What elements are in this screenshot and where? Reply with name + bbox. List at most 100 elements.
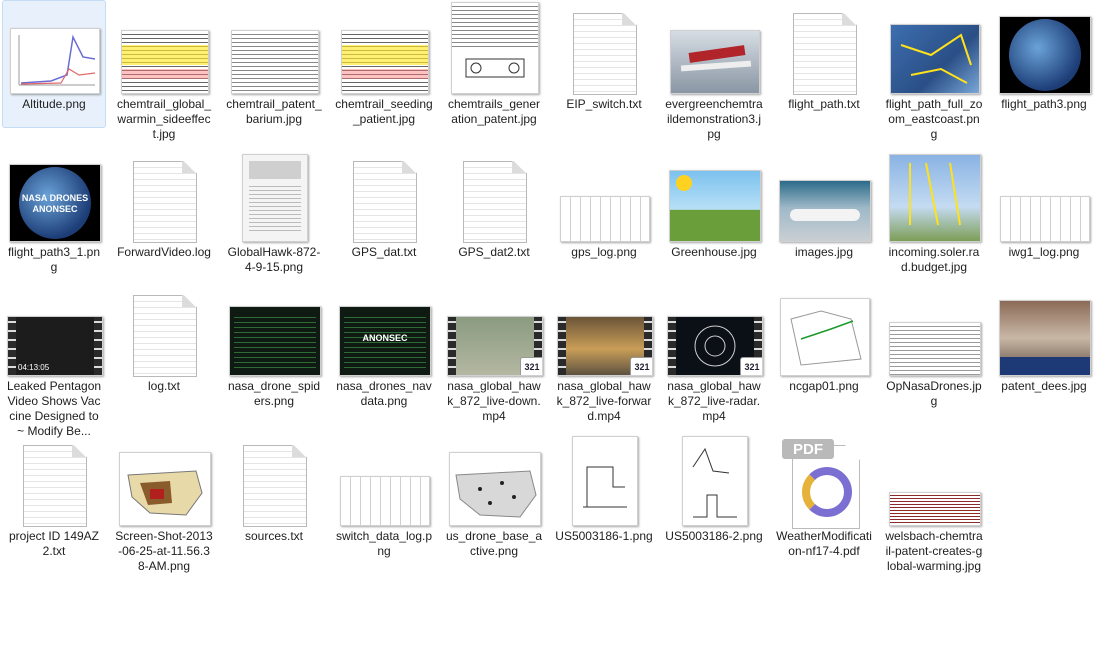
file-thumbnail bbox=[773, 1, 877, 97]
file-item[interactable]: nasa_drone_spiders.png bbox=[222, 282, 326, 410]
file-thumbnail bbox=[663, 1, 767, 97]
file-name: nasa_global_hawk_872_live-radar.mp4 bbox=[667, 379, 761, 423]
file-name: nasa_drones_navdata.png bbox=[336, 379, 432, 408]
file-item[interactable]: GPS_dat.txt bbox=[332, 148, 436, 276]
file-thumbnail: 321 bbox=[663, 283, 767, 379]
file-item[interactable]: incoming.soler.rad.budget.jpg bbox=[882, 148, 986, 276]
file-name: US5003186-1.png bbox=[555, 529, 653, 543]
file-item[interactable]: images.jpg bbox=[772, 148, 876, 276]
file-name: flight_path_full_zoom_eastcoast.png bbox=[885, 97, 983, 141]
map-thumbnail bbox=[780, 298, 870, 376]
file-item[interactable]: iwg1_log.png bbox=[992, 148, 1096, 276]
file-name: WeatherModification-nf17-4.pdf bbox=[776, 529, 872, 558]
file-thumbnail bbox=[663, 433, 767, 529]
file-item[interactable]: OpNasaDrones.jpg bbox=[882, 282, 986, 410]
file-item[interactable]: flight_path_full_zoom_eastcoast.png bbox=[882, 0, 986, 141]
file-item[interactable]: switch_data_log.png bbox=[332, 432, 436, 560]
file-item[interactable]: log.txt bbox=[112, 282, 216, 410]
video-thumbnail: 04:13:05 bbox=[7, 316, 103, 376]
file-item[interactable]: flight_path3.png bbox=[992, 0, 1096, 128]
file-item[interactable]: ncgap01.png bbox=[772, 282, 876, 410]
file-name: ForwardVideo.log bbox=[117, 245, 211, 259]
file-item[interactable]: gps_log.png bbox=[552, 148, 656, 276]
file-name: Leaked Pentagon Video Shows Vaccine Desi… bbox=[6, 379, 102, 438]
text-file-icon bbox=[133, 161, 197, 245]
file-name: images.jpg bbox=[794, 245, 854, 259]
file-thumbnail bbox=[113, 1, 217, 97]
file-item[interactable]: us_drone_base_active.png bbox=[442, 432, 546, 560]
file-thumbnail bbox=[553, 1, 657, 97]
pdf-badge-icon: PDF bbox=[782, 439, 834, 459]
file-item[interactable]: US5003186-1.png bbox=[552, 432, 656, 560]
media-player-badge-icon: 321 bbox=[740, 357, 762, 375]
file-item[interactable]: 321 nasa_global_hawk_872_live-down.mp4 bbox=[442, 282, 547, 423]
file-item[interactable]: Greenhouse.jpg bbox=[662, 148, 766, 276]
file-thumbnail bbox=[883, 433, 987, 529]
file-item[interactable]: Screen-Shot-2013-06-25-at-11.56.38-AM.pn… bbox=[112, 432, 217, 573]
screenshot-thumbnail bbox=[229, 306, 321, 376]
file-thumbnail bbox=[223, 149, 327, 245]
file-item[interactable]: GPS_dat2.txt bbox=[442, 148, 546, 276]
file-item[interactable]: flight_path.txt bbox=[772, 0, 876, 128]
file-thumbnail bbox=[553, 433, 657, 529]
file-name: nasa_global_hawk_872_live-forward.mp4 bbox=[556, 379, 652, 423]
file-thumbnail bbox=[883, 149, 987, 245]
file-item[interactable]: Altitude.png bbox=[2, 0, 106, 128]
file-name: flight_path3_1.png bbox=[7, 245, 101, 274]
file-item[interactable]: US5003186-2.png bbox=[662, 432, 766, 560]
text-file-icon bbox=[573, 13, 637, 97]
table-thumbnail bbox=[340, 476, 430, 526]
file-item[interactable]: chemtrail_seeding_patient.jpg bbox=[332, 0, 436, 128]
file-item[interactable]: sources.txt bbox=[222, 432, 326, 560]
diagram-thumbnail bbox=[669, 170, 761, 242]
file-thumbnail bbox=[993, 1, 1097, 97]
file-item[interactable]: project ID 149AZ2.txt bbox=[2, 432, 106, 560]
diagram-thumbnail bbox=[889, 154, 981, 242]
file-item[interactable]: evergreenchemtraildemonstration3.jpg bbox=[662, 0, 767, 141]
document-thumbnail bbox=[242, 154, 308, 242]
file-item[interactable]: PDF WeatherModification-nf17-4.pdf bbox=[772, 432, 876, 560]
file-name: GPS_dat.txt bbox=[351, 245, 417, 259]
photo-thumbnail bbox=[779, 180, 871, 242]
file-thumbnail: 321 bbox=[443, 283, 547, 379]
file-item[interactable]: NASA DRONES ANONSEC flight_path3_1.png bbox=[2, 148, 106, 276]
file-thumbnail bbox=[223, 283, 327, 379]
file-thumbnail bbox=[113, 433, 217, 529]
file-grid: Altitude.png chemtrail_global_warmin_side… bbox=[0, 0, 1101, 670]
file-item[interactable]: chemtrails_generation_patent.jpg bbox=[442, 0, 546, 128]
timecode-label: 04:13:05 bbox=[18, 363, 50, 372]
file-thumbnail: NASA DRONES ANONSEC bbox=[3, 149, 107, 245]
file-thumbnail: 04:13:05 bbox=[3, 283, 107, 379]
file-item[interactable]: 321 nasa_global_hawk_872_live-radar.mp4 bbox=[662, 282, 767, 423]
file-name: Altitude.png bbox=[22, 97, 86, 111]
patent-thumbnail bbox=[231, 30, 319, 94]
pdf-file-icon: PDF bbox=[780, 437, 870, 529]
file-item[interactable]: chemtrail_global_warmin_sideeffect.jpg bbox=[112, 0, 217, 141]
file-thumbnail bbox=[993, 149, 1097, 245]
video-thumbnail: 321 bbox=[667, 316, 763, 376]
file-name: ncgap01.png bbox=[789, 379, 859, 393]
diagram-thumbnail bbox=[572, 436, 638, 526]
file-item[interactable]: patent_dees.jpg bbox=[992, 282, 1096, 410]
file-item[interactable]: welsbach-chemtrail-patent-creates-global… bbox=[882, 432, 987, 573]
file-item[interactable]: chemtrail_patent_barium.jpg bbox=[222, 0, 326, 128]
file-thumbnail bbox=[443, 149, 547, 245]
file-name: patent_dees.jpg bbox=[1001, 379, 1087, 393]
file-name: switch_data_log.png bbox=[335, 529, 433, 558]
media-player-badge-icon: 321 bbox=[630, 357, 652, 375]
patent-thumbnail bbox=[451, 2, 539, 94]
file-item[interactable]: ForwardVideo.log bbox=[112, 148, 216, 276]
file-name: project ID 149AZ2.txt bbox=[8, 529, 100, 558]
file-name: evergreenchemtraildemonstration3.jpg bbox=[665, 97, 763, 141]
file-item[interactable]: GlobalHawk-872-4-9-15.png bbox=[222, 148, 326, 276]
file-thumbnail bbox=[333, 149, 437, 245]
file-item[interactable]: EIP_switch.txt bbox=[552, 0, 656, 128]
file-name: Greenhouse.jpg bbox=[671, 245, 757, 259]
photo-thumbnail bbox=[670, 30, 760, 94]
overlay-title: ANONSEC bbox=[362, 333, 408, 343]
file-thumbnail bbox=[443, 1, 547, 97]
file-item[interactable]: ANONSEC nasa_drones_navdata.png bbox=[332, 282, 436, 410]
file-item[interactable]: 04:13:05 Leaked Pentagon Video Shows Vacc… bbox=[2, 282, 107, 438]
map-thumbnail bbox=[890, 24, 980, 94]
file-item[interactable]: 321 nasa_global_hawk_872_live-forward.mp4 bbox=[552, 282, 656, 423]
